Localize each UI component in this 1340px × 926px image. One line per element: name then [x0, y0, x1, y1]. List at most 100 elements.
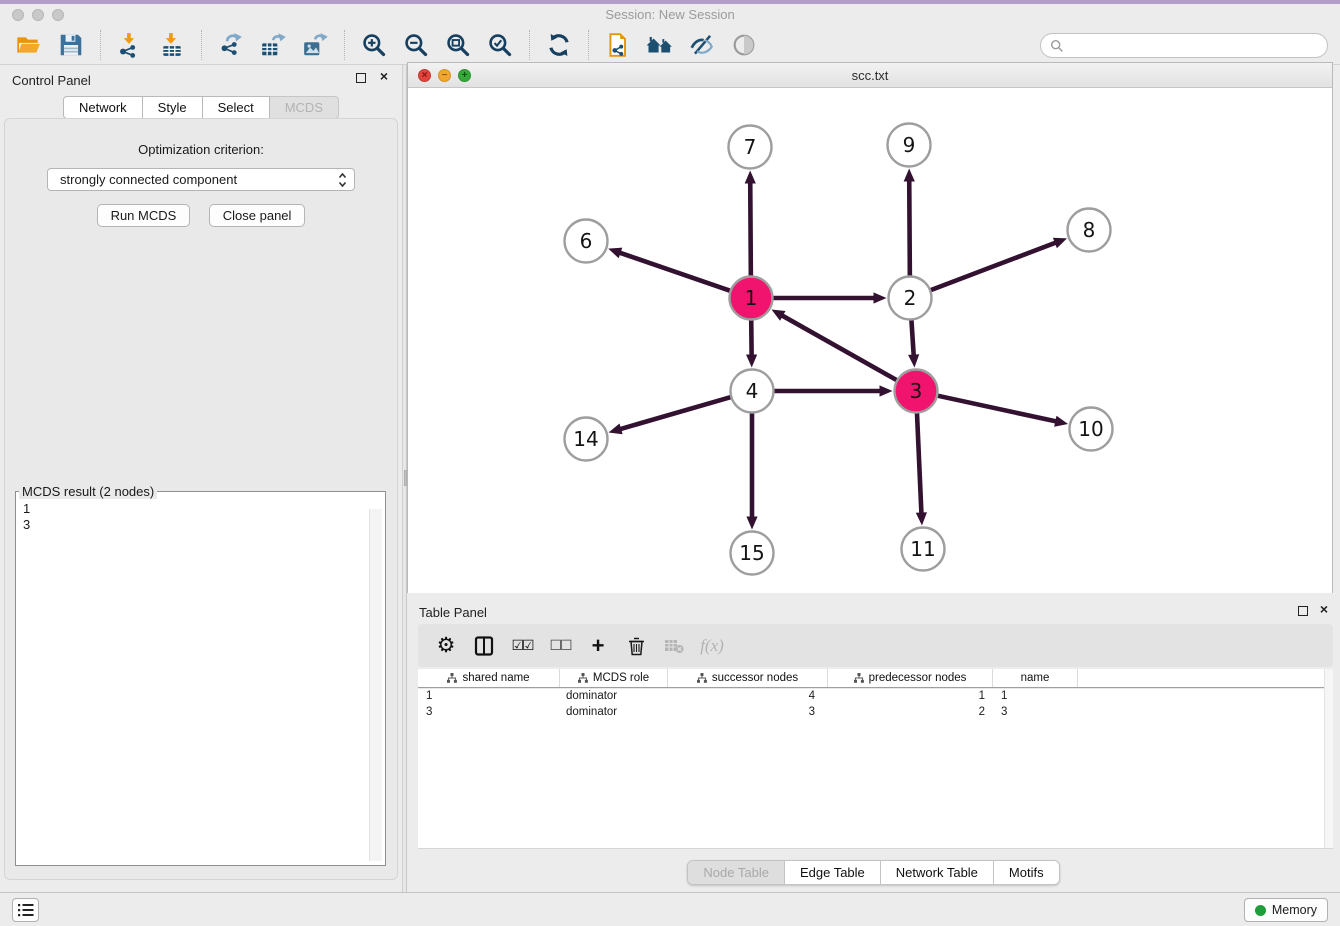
criterion-value: strongly connected component — [60, 172, 237, 187]
memory-status-icon — [1255, 905, 1266, 916]
graph-edge-arrowhead — [1054, 416, 1068, 427]
main-toolbar — [0, 26, 1340, 65]
gear-icon[interactable]: ⚙ — [431, 631, 461, 661]
control-panel-tabs: NetworkStyleSelectMCDS — [0, 96, 402, 119]
save-session-icon[interactable] — [54, 29, 88, 61]
graph-edge[interactable] — [781, 315, 897, 381]
close-panel-button[interactable]: Close panel — [209, 204, 306, 227]
node-table[interactable]: shared name MCDS role successor nodes pr… — [418, 669, 1333, 849]
network-window-titlebar[interactable]: × − + scc.txt — [408, 63, 1332, 88]
tab-mcds[interactable]: MCDS — [270, 96, 339, 119]
function-builder-icon: f(x) — [697, 631, 727, 661]
tab-edge-table[interactable]: Edge Table — [785, 861, 881, 884]
graph-edge-arrowhead — [745, 170, 756, 183]
graph-edge-arrowhead — [746, 517, 757, 530]
graph-node-label: 4 — [746, 379, 759, 403]
tab-select[interactable]: Select — [203, 96, 270, 119]
result-scrollbar[interactable] — [369, 509, 382, 861]
deselect-all-icon[interactable]: ☐☐ — [545, 631, 575, 661]
tab-node-table[interactable]: Node Table — [688, 861, 785, 884]
network-view-window: × − + scc.txt 7968124314101511 — [407, 62, 1333, 593]
export-network-icon[interactable] — [214, 29, 248, 61]
criterion-dropdown[interactable]: strongly connected component — [47, 168, 355, 191]
column-header-name[interactable]: name — [993, 669, 1078, 687]
trash-icon[interactable] — [621, 631, 651, 661]
graph-node-label: 9 — [903, 133, 916, 157]
close-panel-icon[interactable]: × — [380, 70, 388, 82]
list-icon — [18, 903, 34, 917]
graph-node-label: 11 — [910, 537, 935, 561]
add-icon[interactable]: + — [583, 631, 613, 661]
show-panels-button[interactable] — [12, 898, 39, 922]
column-header-predecessor-nodes[interactable]: predecessor nodes — [828, 669, 993, 687]
graph-edge-arrowhead — [746, 354, 757, 367]
zoom-in-icon[interactable] — [357, 29, 391, 61]
graph-edge[interactable] — [937, 396, 1057, 422]
style-eye-icon[interactable] — [685, 29, 719, 61]
table-row[interactable]: 1 dominator 4 1 1 — [418, 688, 1333, 704]
select-all-icon[interactable]: ☑☑ — [507, 631, 537, 661]
graph-edge-arrowhead — [916, 512, 927, 525]
first-neighbors-icon[interactable] — [643, 29, 677, 61]
column-layout-icon[interactable] — [469, 631, 499, 661]
graph-node-label: 1 — [745, 286, 758, 310]
clone-network-icon[interactable] — [601, 29, 635, 61]
run-mcds-button[interactable]: Run MCDS — [97, 204, 191, 227]
tab-style[interactable]: Style — [143, 96, 203, 119]
main-titlebar: Session: New Session — [0, 4, 1340, 26]
close-table-panel-icon[interactable]: × — [1320, 603, 1328, 615]
import-table-icon[interactable] — [155, 29, 189, 61]
graph-edge[interactable] — [930, 242, 1057, 290]
graph-edge-arrowhead — [874, 292, 887, 303]
tab-network[interactable]: Network — [63, 96, 143, 119]
shared-column-icon — [578, 673, 588, 683]
zoom-fit-icon[interactable] — [441, 29, 475, 61]
tab-motifs[interactable]: Motifs — [994, 861, 1059, 884]
mcds-result-legend: MCDS result (2 nodes) — [19, 484, 157, 499]
table-scrollbar[interactable] — [1324, 669, 1333, 848]
column-header-successor-nodes[interactable]: successor nodes — [668, 669, 828, 687]
graph-node-label: 10 — [1078, 417, 1103, 441]
graph-edge[interactable] — [911, 319, 913, 356]
memory-button[interactable]: Memory — [1244, 898, 1328, 922]
graph-edge[interactable] — [917, 412, 922, 514]
chevron-stepper-icon — [338, 172, 347, 194]
column-header-shared-name[interactable]: shared name — [418, 669, 560, 687]
graph-node-label: 2 — [904, 286, 917, 310]
graph-edge-arrowhead — [880, 385, 893, 396]
export-image-icon[interactable] — [298, 29, 332, 61]
shared-column-icon — [697, 673, 707, 683]
column-header-mcds-role[interactable]: MCDS role — [560, 669, 668, 687]
graph-node-label: 14 — [573, 427, 598, 451]
table-panel-title: Table Panel — [419, 605, 487, 620]
mcds-result-text[interactable]: 1 3 — [16, 499, 385, 533]
network-canvas[interactable]: 7968124314101511 — [408, 89, 1332, 593]
search-input[interactable] — [1069, 38, 1327, 54]
refresh-layout-icon[interactable] — [542, 29, 576, 61]
delete-table-icon — [659, 631, 689, 661]
graph-edge-arrowhead — [608, 248, 622, 259]
session-title: Session: New Session — [0, 7, 1340, 22]
network-canvas-svg[interactable]: 7968124314101511 — [408, 89, 1332, 593]
tab-network-table[interactable]: Network Table — [881, 861, 994, 884]
graph-edge[interactable] — [750, 181, 751, 276]
graph-edge[interactable] — [619, 397, 731, 429]
table-panel: Table Panel × ⚙ ☑☑ ☐☐ + f(x) sh — [407, 597, 1340, 892]
float-panel-icon[interactable] — [356, 73, 366, 83]
zoom-selected-icon[interactable] — [483, 29, 517, 61]
control-panel: Control Panel × NetworkStyleSelectMCDS O… — [0, 65, 402, 892]
open-session-icon[interactable] — [12, 29, 46, 61]
import-network-icon[interactable] — [113, 29, 147, 61]
float-table-panel-icon[interactable] — [1298, 606, 1308, 616]
graph-node-label: 3 — [910, 379, 923, 403]
graph-edge[interactable] — [909, 179, 910, 276]
graph-edge-arrowhead — [908, 354, 919, 367]
table-row[interactable]: 3 dominator 3 2 3 — [418, 704, 1333, 720]
grayscale-eye-icon[interactable] — [727, 29, 761, 61]
memory-label: Memory — [1272, 903, 1317, 917]
search-field[interactable] — [1040, 33, 1328, 58]
zoom-out-icon[interactable] — [399, 29, 433, 61]
graph-edge[interactable] — [619, 252, 731, 291]
optimization-criterion-label: Optimization criterion: — [5, 142, 397, 157]
export-table-icon[interactable] — [256, 29, 290, 61]
